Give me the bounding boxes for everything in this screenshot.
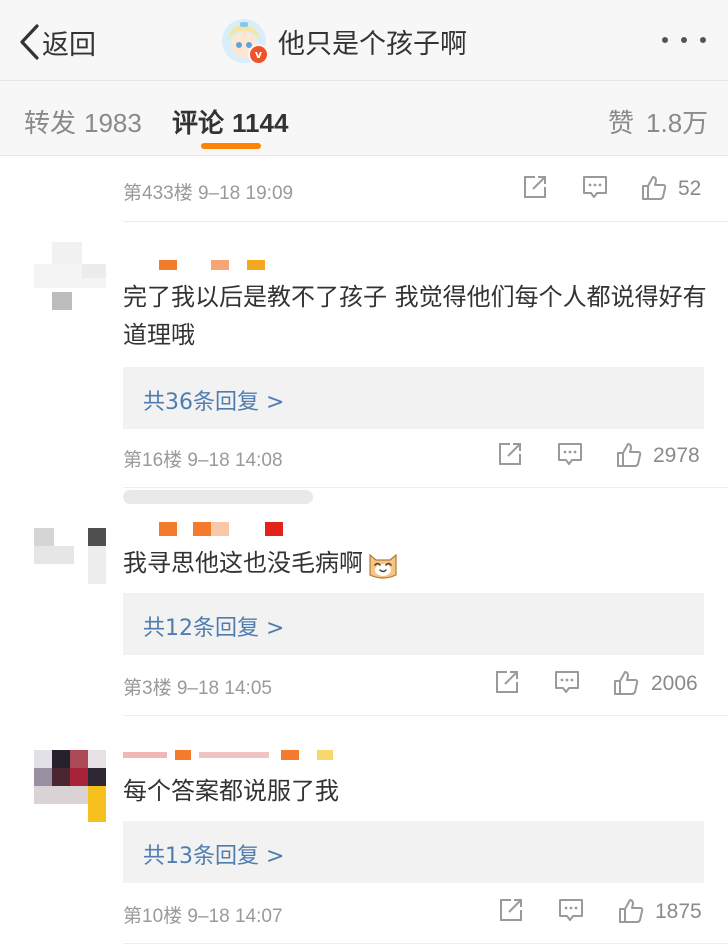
blurred-content [123, 490, 313, 504]
redaction-block [193, 522, 211, 536]
tab-label: 评论 [172, 109, 225, 139]
dot [700, 37, 706, 43]
post-author[interactable]: v 他只是个孩子啊 [222, 18, 467, 65]
cat-face-emoji [369, 553, 397, 579]
like-button[interactable] [615, 441, 643, 471]
tab-label: 赞 [608, 109, 635, 139]
dot [662, 37, 668, 43]
comment-button[interactable] [582, 174, 608, 204]
comment-button[interactable] [557, 441, 583, 471]
redaction-block [123, 752, 167, 758]
back-label: 返回 [42, 29, 96, 61]
verified-badge-icon: v [248, 44, 269, 65]
comment-time: 9–18 19:09 [197, 183, 294, 204]
floor-number: 第10楼 [123, 906, 183, 927]
comment-icon [555, 671, 579, 693]
thumbs-up-icon [642, 176, 667, 200]
comment-text: 我寻思他这也没毛病啊 [123, 544, 713, 582]
redaction-block [199, 752, 269, 758]
comment-icon [558, 443, 582, 465]
redaction-block [211, 260, 229, 270]
tab-reposts[interactable]: 转发 1983 [24, 103, 142, 140]
thumbs-up-icon [614, 671, 639, 695]
active-tab-indicator [201, 143, 261, 149]
comment-meta-row: 第10楼 9–18 14:07 1875 [0, 883, 728, 943]
comment-meta-row: 第433楼 9–18 19:09 52 [0, 160, 728, 220]
share-button[interactable] [497, 441, 523, 471]
tab-likes[interactable]: 赞 1.8万 [608, 103, 708, 140]
comment-floor-time: 第16楼 9–18 14:08 [123, 445, 283, 472]
comment-time: 9–18 14:05 [176, 678, 272, 699]
tab-count: 1144 [232, 108, 289, 138]
redaction-block [211, 522, 229, 536]
divider [123, 715, 728, 716]
divider [123, 487, 728, 488]
like-button[interactable] [617, 897, 645, 927]
reply-count-label: 共12条回复 > [143, 616, 285, 641]
floor-number: 第3楼 [123, 678, 172, 699]
chevron-left-icon [20, 24, 39, 60]
top-navigation-bar: 返回 v 他只是个孩子啊 [0, 0, 728, 81]
like-count: 2006 [651, 672, 698, 695]
comment-meta-row: 第16楼 9–18 14:08 2978 [0, 427, 728, 487]
thumbs-up-icon [617, 443, 642, 467]
commenter-avatar[interactable] [34, 750, 106, 822]
comment-button[interactable] [554, 669, 580, 699]
comment-icon [583, 176, 607, 198]
back-button[interactable]: 返回 [18, 22, 96, 62]
share-button[interactable] [498, 897, 524, 927]
redaction-block [175, 750, 191, 760]
share-icon [524, 176, 546, 198]
divider [123, 221, 728, 222]
more-dots-icon[interactable] [662, 28, 706, 52]
reply-count-button[interactable]: 共36条回复 > [123, 367, 704, 429]
comment-time: 9–18 14:07 [187, 906, 283, 927]
like-count: 1875 [655, 900, 702, 923]
share-button[interactable] [494, 669, 520, 699]
like-button[interactable] [640, 174, 668, 204]
like-button[interactable] [612, 669, 640, 699]
reply-count-label: 共13条回复 > [143, 844, 285, 869]
comment-button[interactable] [558, 897, 584, 927]
like-count: 52 [678, 177, 702, 200]
dot [681, 37, 687, 43]
reply-count-label: 共36条回复 > [143, 390, 285, 415]
thumbs-up-icon [619, 899, 644, 923]
redaction-block [317, 750, 333, 760]
like-count: 2978 [653, 444, 700, 467]
comment-text: 完了我以后是教不了孩子 我觉得他们每个人都说得好有道理哦 [123, 283, 707, 349]
floor-number: 第16楼 [123, 450, 183, 471]
page-title: 他只是个孩子啊 [278, 28, 467, 60]
tab-count: 1983 [84, 108, 142, 138]
redaction-block [265, 522, 283, 536]
comment-floor-time: 第3楼 9–18 14:05 [123, 673, 272, 700]
redaction-block [159, 260, 177, 270]
comment-floor-time: 第433楼 9–18 19:09 [123, 178, 293, 205]
redaction-block [159, 522, 177, 536]
comment-icon [559, 899, 583, 921]
comment-time: 9–18 14:08 [187, 450, 283, 471]
tab-label: 转发 [24, 109, 77, 139]
share-icon [496, 671, 518, 693]
comment-floor-time: 第10楼 9–18 14:07 [123, 901, 283, 928]
tab-count: 1.8万 [646, 108, 709, 138]
commenter-avatar[interactable] [34, 242, 106, 314]
reply-count-button[interactable]: 共13条回复 > [123, 821, 704, 883]
redaction-block [247, 260, 265, 270]
share-icon [500, 899, 522, 921]
comment-meta-row: 第3楼 9–18 14:05 2006 [0, 655, 728, 715]
redaction-block [281, 750, 299, 760]
floor-number: 第433楼 [123, 183, 193, 204]
comment-text-content: 我寻思他这也没毛病啊 [123, 549, 363, 577]
commenter-avatar[interactable] [34, 520, 106, 592]
author-avatar-container[interactable]: v [222, 19, 269, 65]
divider [123, 943, 728, 944]
share-button[interactable] [522, 174, 548, 204]
comment-text: 每个答案都说服了我 [123, 777, 339, 805]
share-icon [499, 443, 521, 465]
tab-bar: 转发 1983 评论 1144 赞 1.8万 [0, 81, 728, 156]
reply-count-button[interactable]: 共12条回复 > [123, 593, 704, 655]
tab-comments[interactable]: 评论 1144 [172, 103, 288, 140]
